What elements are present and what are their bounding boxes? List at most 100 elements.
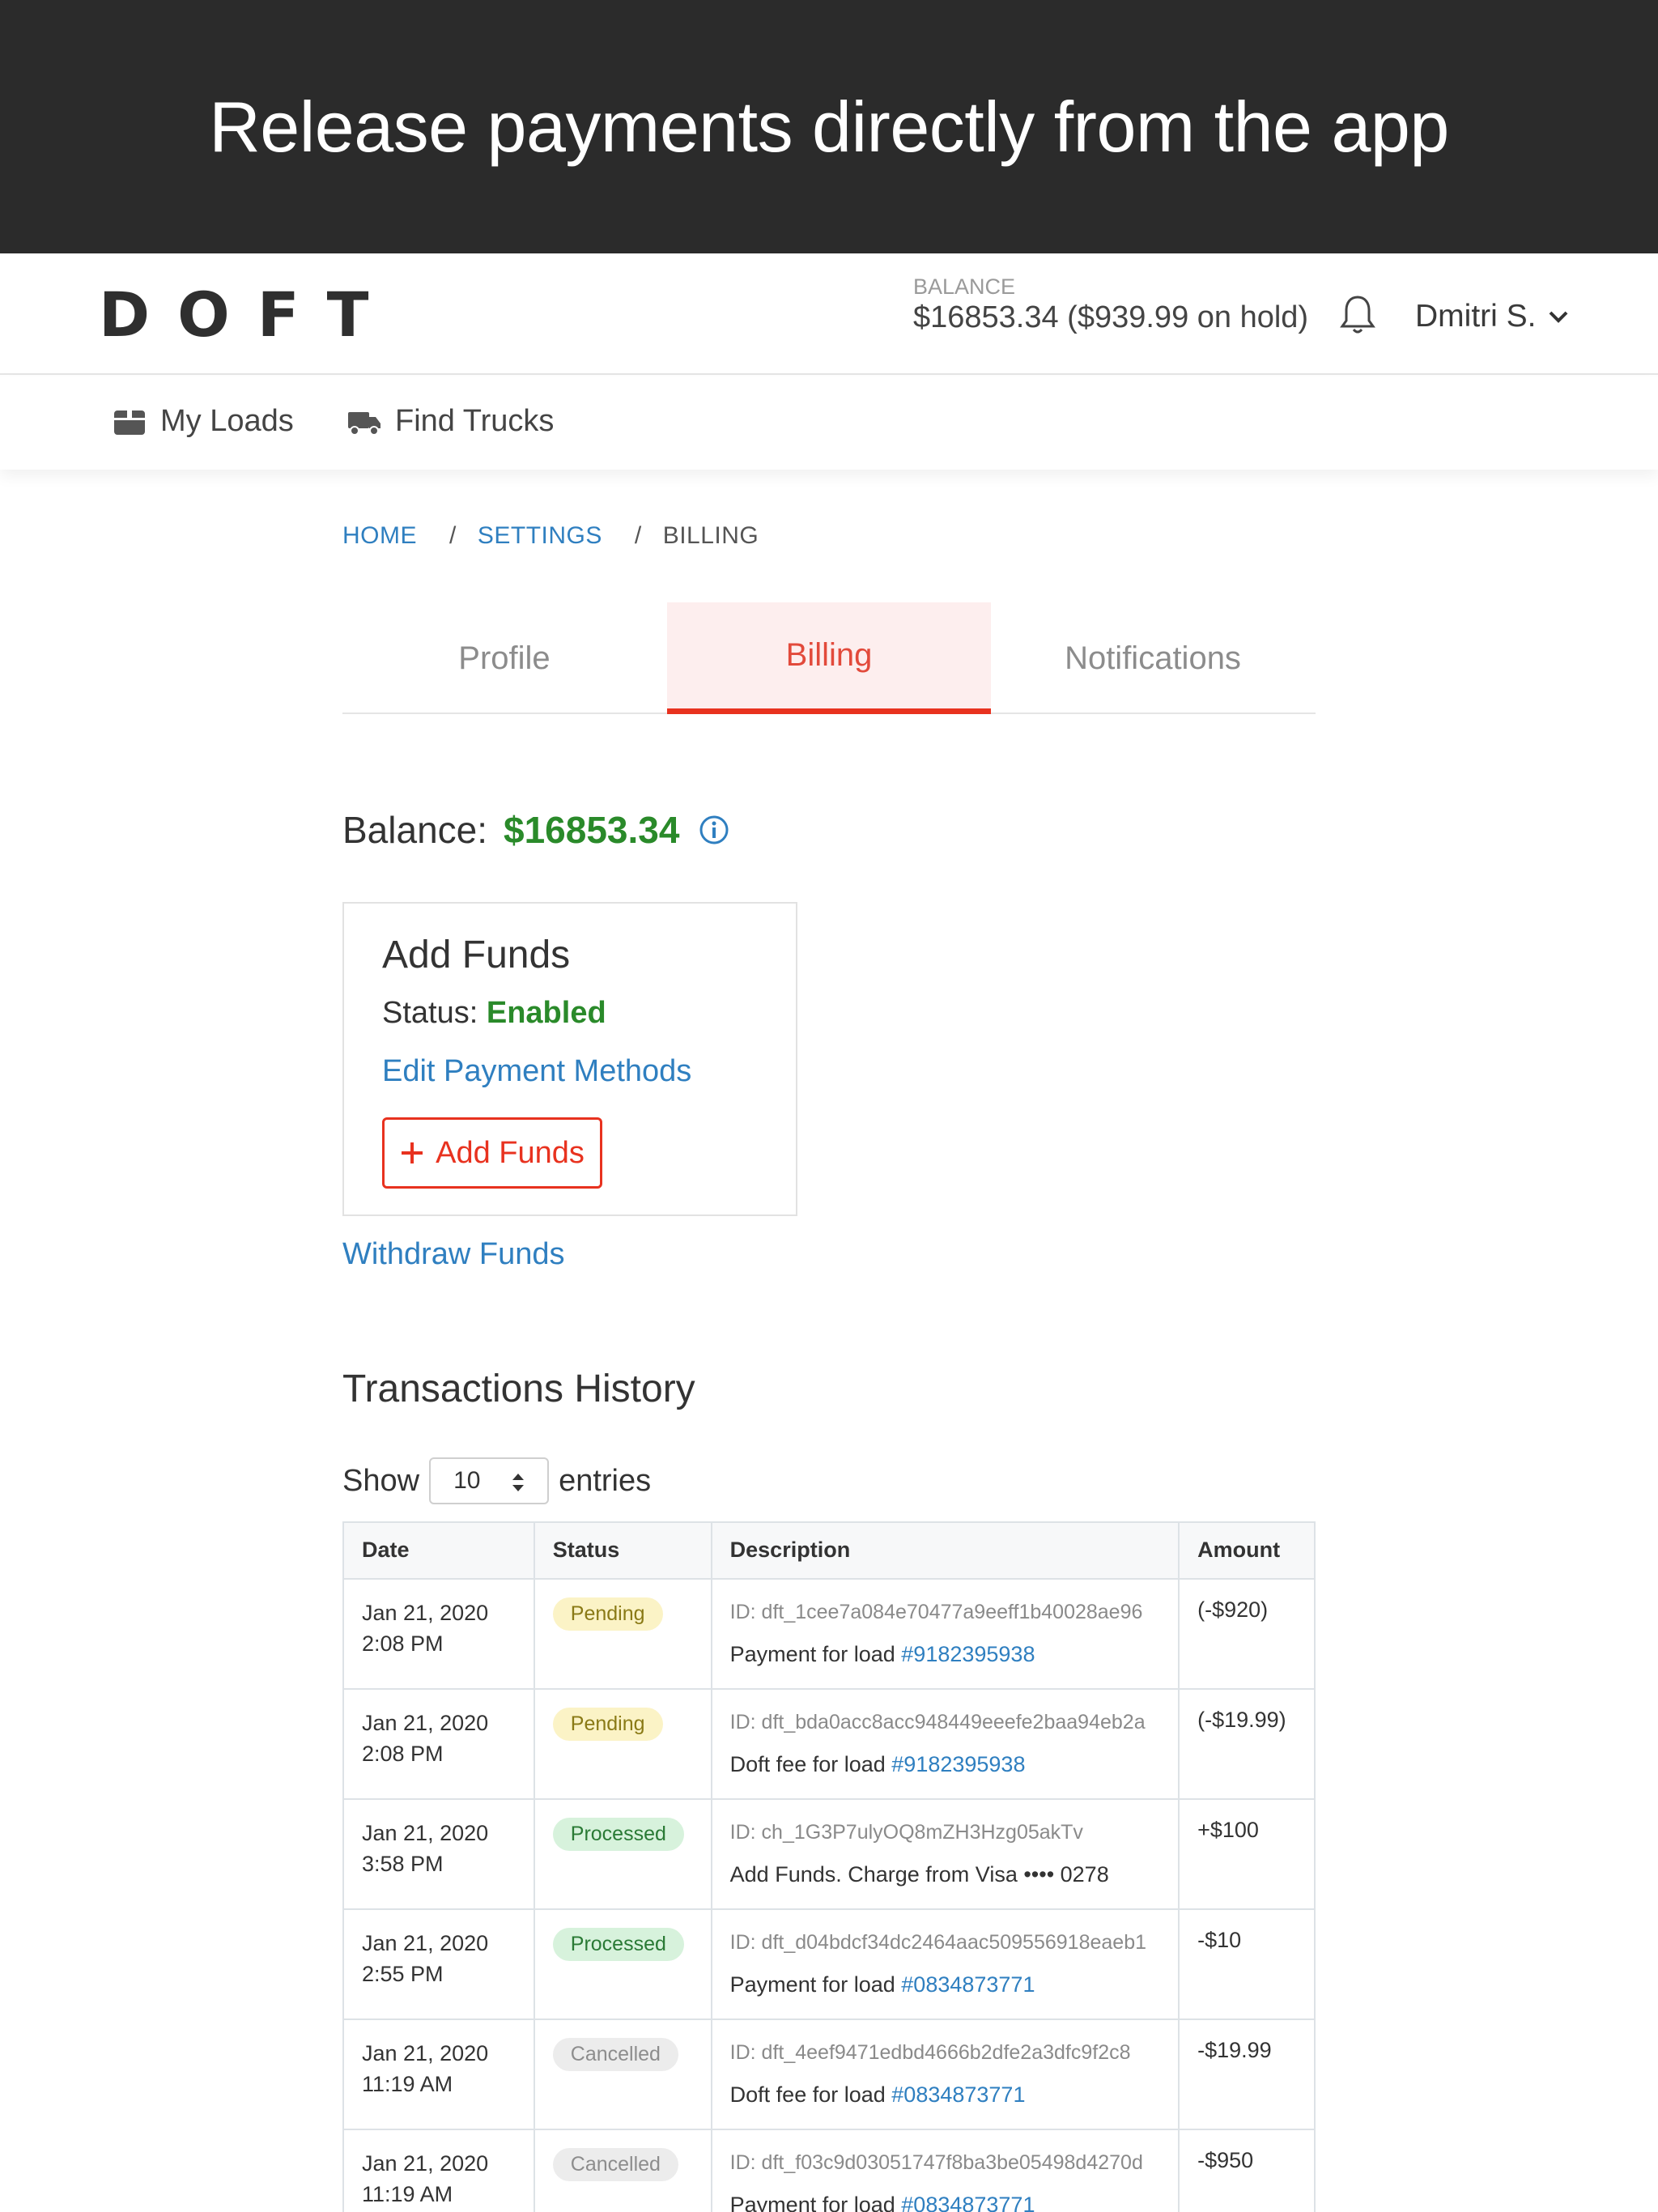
add-funds-title: Add Funds xyxy=(382,934,571,976)
breadcrumb-separator: / xyxy=(634,522,642,549)
transaction-id: ID: dft_4eef9471edbd4666b2dfe2a3dfc9f2c8 xyxy=(729,2041,1131,2064)
transaction-description: Payment for load #0834873771 xyxy=(730,1972,1160,1997)
status-badge: Processed xyxy=(552,1928,684,1961)
main-nav: My Loads Find Trucks xyxy=(0,376,1658,470)
description-text: Add Funds. Charge from Visa •••• 0278 xyxy=(729,1862,1109,1887)
user-name: Dmitri S. xyxy=(1415,299,1537,334)
nav-label: Find Trucks xyxy=(395,404,555,438)
transaction-id: ID: dft_d04bdcf34dc2464aac509556918eaeb1 xyxy=(729,1931,1146,1954)
transaction-id: ID: dft_1cee7a084e70477a9eeff1b40028ae96 xyxy=(729,1601,1143,1623)
transactions-table: Date Status Description Amount Jan 21, 2… xyxy=(342,1521,1316,2212)
entries-value: 10 xyxy=(453,1467,481,1494)
transaction-id: ID: dft_f03c9d03051747f8ba3be05498d4270d xyxy=(729,2151,1143,2174)
load-link[interactable]: #9182395938 xyxy=(901,1642,1035,1666)
status-badge: Pending xyxy=(552,1597,663,1631)
top-header: D O F T BALANCE $16853.34 ($939.99 on ho… xyxy=(0,253,1658,375)
header-balance-value: $16853.34 ($939.99 on hold) xyxy=(913,300,1309,334)
status-label: Status: xyxy=(382,996,478,1030)
user-menu[interactable]: Dmitri S. xyxy=(1415,299,1569,334)
logo-letter: T xyxy=(326,279,372,351)
banner-headline: Release payments directly from the app xyxy=(209,86,1449,167)
row-date: Jan 21, 2020 xyxy=(362,1931,489,1955)
entries-select[interactable]: 10 xyxy=(429,1457,550,1504)
row-amount: (-$19.99) xyxy=(1178,1688,1316,1800)
plus-icon xyxy=(402,1142,423,1163)
logo-letter: D xyxy=(99,279,154,351)
tab-notifications[interactable]: Notifications xyxy=(991,602,1315,714)
transaction-id: ID: dft_bda0acc8acc948449eeefe2baa94eb2a xyxy=(729,1711,1146,1733)
table-row: Jan 21, 2020 11:19 AM Cancelled ID: dft_f… xyxy=(342,2129,1316,2212)
add-funds-card: Add Funds Status: Enabled Edit Payment M… xyxy=(342,902,797,1216)
add-funds-button[interactable]: Add Funds xyxy=(382,1117,602,1189)
table-row: Jan 21, 2020 3:58 PM Processed ID: ch_1G3… xyxy=(342,1798,1316,1910)
row-date: Jan 21, 2020 xyxy=(362,1711,489,1735)
status-badge: Pending xyxy=(552,1708,663,1741)
balance-amount: $16853.34 xyxy=(504,809,680,851)
withdraw-funds-link[interactable]: Withdraw Funds xyxy=(342,1237,565,1272)
status-badge: Processed xyxy=(552,1818,684,1851)
tab-profile[interactable]: Profile xyxy=(342,602,666,714)
doft-logo[interactable]: D O F T xyxy=(99,279,372,351)
edit-payment-methods-link[interactable]: Edit Payment Methods xyxy=(382,1054,691,1089)
logo-letter: F xyxy=(257,279,303,351)
row-time: 11:19 AM xyxy=(362,2182,453,2206)
info-icon[interactable] xyxy=(699,815,729,845)
nav-my-loads[interactable]: My Loads xyxy=(112,404,294,439)
show-label: Show xyxy=(342,1463,420,1498)
chevron-down-icon xyxy=(1549,311,1567,323)
status-badge: Cancelled xyxy=(552,2148,678,2181)
entries-label: entries xyxy=(559,1463,652,1498)
funds-status: Status: Enabled xyxy=(382,996,606,1031)
settings-tabs: Profile Billing Notifications xyxy=(342,602,1316,714)
nav-find-trucks[interactable]: Find Trucks xyxy=(346,404,554,439)
add-funds-button-label: Add Funds xyxy=(436,1135,585,1170)
transaction-description: Payment for load #9182395938 xyxy=(730,1642,1160,1667)
row-time: 2:55 PM xyxy=(362,1962,444,1986)
load-link[interactable]: #0834873771 xyxy=(891,2082,1025,2107)
truck-icon xyxy=(348,411,380,436)
description-text: Doft fee for load xyxy=(729,2082,892,2107)
nav-label: My Loads xyxy=(160,404,294,438)
transactions-title: Transactions History xyxy=(342,1368,695,1410)
transaction-description: Payment for load #0834873771 xyxy=(730,2193,1160,2212)
transaction-description: Doft fee for load #9182395938 xyxy=(730,1752,1160,1777)
transaction-description: Doft fee for load #0834873771 xyxy=(730,2082,1160,2108)
description-text: Doft fee for load xyxy=(729,1752,892,1776)
table-row: Jan 21, 2020 2:08 PM Pending ID: dft_1cee… xyxy=(342,1578,1316,1690)
row-date: Jan 21, 2020 xyxy=(362,1601,489,1625)
row-amount: -$10 xyxy=(1178,1908,1316,2020)
balance-summary: Balance: $16853.34 xyxy=(342,808,729,852)
transaction-id: ID: ch_1G3P7ulyOQ8mZH3Hzg05akTv xyxy=(729,1821,1083,1844)
load-link[interactable]: #9182395938 xyxy=(891,1752,1025,1776)
balance-label: Balance: xyxy=(342,809,488,851)
table-header-row: Date Status Description Amount xyxy=(342,1521,1316,1580)
row-amount: +$100 xyxy=(1178,1798,1316,1910)
breadcrumb-settings[interactable]: SETTINGS xyxy=(478,522,602,550)
breadcrumb: HOME / SETTINGS / BILLING xyxy=(342,522,759,550)
breadcrumb-billing: BILLING xyxy=(662,522,759,549)
row-time: 3:58 PM xyxy=(362,1852,444,1876)
load-link[interactable]: #0834873771 xyxy=(901,1972,1035,1997)
breadcrumb-separator: / xyxy=(449,522,457,549)
description-text: Payment for load xyxy=(729,2193,902,2212)
tab-billing[interactable]: Billing xyxy=(667,602,991,714)
table-row: Jan 21, 2020 2:55 PM Processed ID: dft_d0… xyxy=(342,1908,1316,2020)
header-amount[interactable]: Amount xyxy=(1178,1521,1316,1580)
row-amount: -$19.99 xyxy=(1178,2018,1316,2130)
row-amount: -$950 xyxy=(1178,2129,1316,2212)
promo-banner: Release payments directly from the app xyxy=(0,0,1658,253)
row-time: 2:08 PM xyxy=(362,1631,444,1656)
load-link[interactable]: #0834873771 xyxy=(901,2193,1035,2212)
description-text: Payment for load xyxy=(729,1642,902,1666)
row-date: Jan 21, 2020 xyxy=(362,2041,489,2065)
header-date[interactable]: Date xyxy=(342,1521,535,1580)
header-status[interactable]: Status xyxy=(533,1521,712,1580)
status-value: Enabled xyxy=(486,996,606,1030)
breadcrumb-home[interactable]: HOME xyxy=(342,522,417,550)
row-date: Jan 21, 2020 xyxy=(362,1821,489,1845)
header-description[interactable]: Description xyxy=(710,1521,1180,1580)
row-date: Jan 21, 2020 xyxy=(362,2151,489,2176)
row-amount: (-$920) xyxy=(1178,1578,1316,1690)
description-text: Payment for load xyxy=(729,1972,902,1997)
bell-icon[interactable] xyxy=(1339,294,1376,336)
